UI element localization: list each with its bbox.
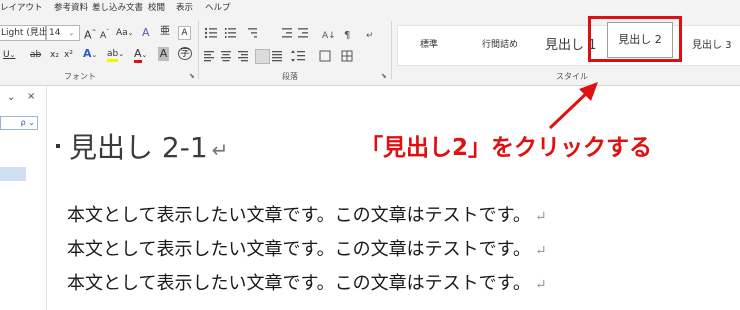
annotation-text: 「見出し2」をクリックする bbox=[360, 135, 653, 161]
